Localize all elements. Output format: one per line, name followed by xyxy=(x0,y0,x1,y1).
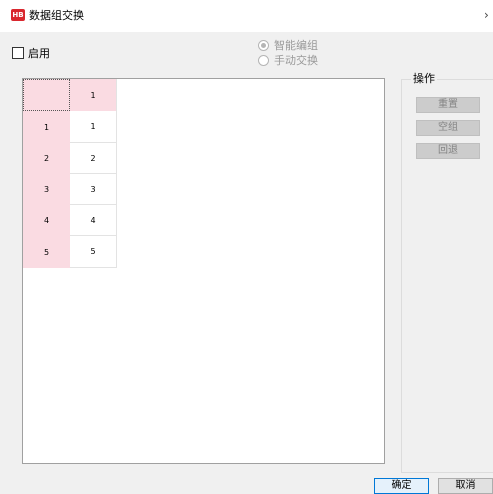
operations-legend: 操作 xyxy=(411,72,437,86)
undo-button[interactable]: 回退 xyxy=(416,143,480,159)
row-header[interactable]: 5 xyxy=(23,236,70,268)
row-header[interactable]: 4 xyxy=(23,205,70,236)
operations-group xyxy=(401,79,493,473)
cancel-button[interactable]: 取消 xyxy=(438,478,493,494)
column-header[interactable]: 1 xyxy=(70,79,117,111)
row-header[interactable]: 2 xyxy=(23,143,70,174)
clear-group-button[interactable]: 空组 xyxy=(416,120,480,136)
chevron-right-icon[interactable]: › xyxy=(484,8,489,22)
enable-checkbox[interactable]: 启用 xyxy=(12,46,50,60)
reset-button[interactable]: 重置 xyxy=(416,97,480,113)
window-title: 数据组交换 xyxy=(29,9,84,22)
grid-cell[interactable]: 5 xyxy=(70,236,117,268)
title-bar: HB 数据组交换 › xyxy=(0,0,493,32)
grid-cell[interactable]: 2 xyxy=(70,143,117,174)
app-logo-icon: HB xyxy=(11,9,25,21)
row-header[interactable]: 3 xyxy=(23,174,70,205)
grid-corner-cell[interactable] xyxy=(23,79,70,111)
radio-manual-swap-label: 手动交换 xyxy=(274,54,318,67)
grid-cell[interactable]: 3 xyxy=(70,174,117,205)
radio-smart-group[interactable]: 智能编组 xyxy=(258,38,318,52)
checkbox-box-icon[interactable] xyxy=(12,47,24,59)
radio-manual-swap[interactable]: 手动交换 xyxy=(258,53,318,67)
data-group-grid[interactable]: 1 1 1 2 2 3 3 4 4 5 5 xyxy=(22,78,385,464)
enable-label: 启用 xyxy=(28,47,50,60)
grid-cell[interactable]: 1 xyxy=(70,111,117,143)
grid-cell[interactable]: 4 xyxy=(70,205,117,236)
radio-smart-group-label: 智能编组 xyxy=(274,39,318,52)
radio-unchecked-icon[interactable] xyxy=(258,54,269,66)
ok-button[interactable]: 确定 xyxy=(374,478,429,494)
row-header[interactable]: 1 xyxy=(23,111,70,143)
radio-checked-icon[interactable] xyxy=(258,39,269,51)
